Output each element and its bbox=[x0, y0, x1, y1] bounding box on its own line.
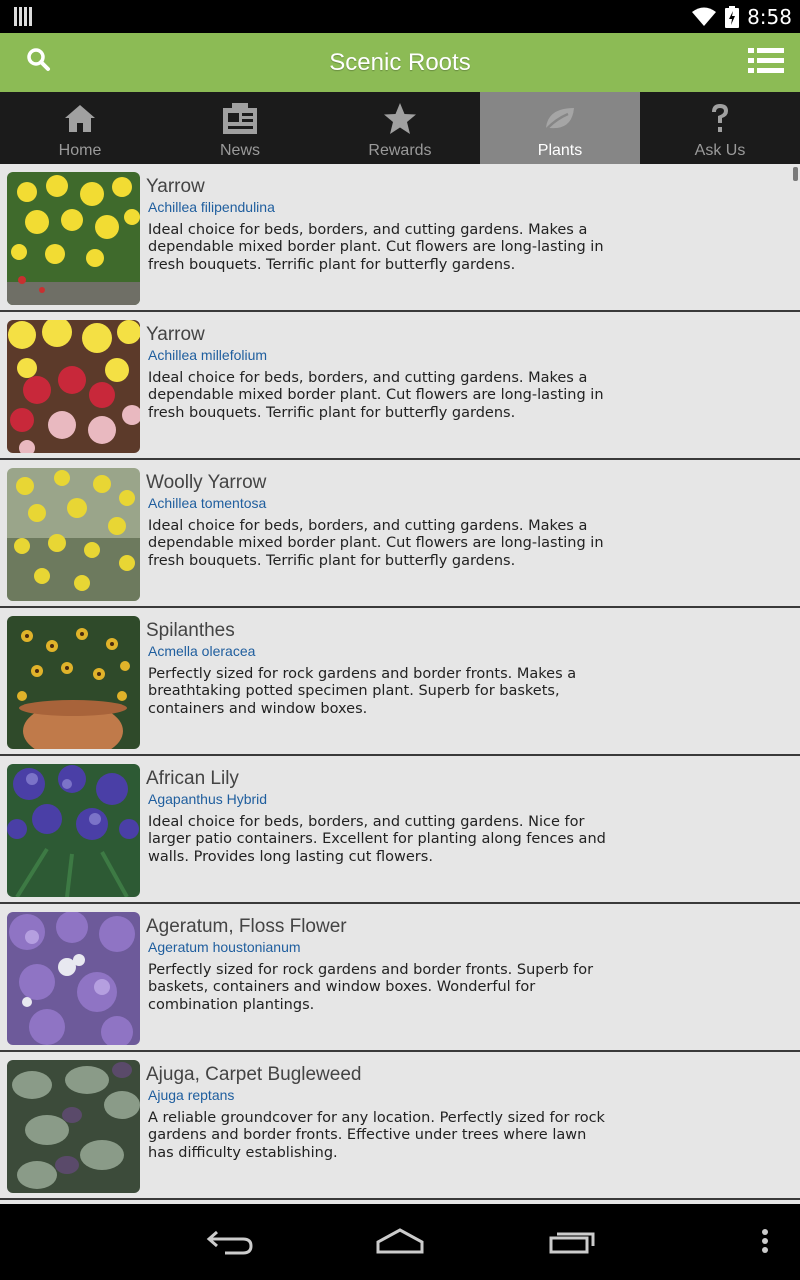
status-bar: 8:58 bbox=[0, 0, 800, 33]
plant-latin-name: Ageratum houstonianum bbox=[148, 939, 301, 955]
list-item[interactable]: Woolly Yarrow Achillea tomentosa Ideal c… bbox=[0, 460, 800, 608]
back-icon[interactable] bbox=[205, 1226, 255, 1256]
app-title: Scenic Roots bbox=[329, 49, 471, 76]
list-item[interactable]: Yarrow Achillea millefolium Ideal choice… bbox=[0, 312, 800, 460]
leaf-icon bbox=[543, 108, 574, 133]
battery-icon bbox=[725, 6, 740, 28]
news-icon bbox=[223, 103, 257, 134]
list-item[interactable]: Spilanthes Acmella oleracea Perfectly si… bbox=[0, 608, 800, 756]
list-item[interactable]: African Lily Agapanthus Hybrid Ideal cho… bbox=[0, 756, 800, 904]
plant-description: Ideal choice for beds, borders, and cutt… bbox=[148, 518, 604, 569]
tab-label: Home bbox=[58, 142, 102, 159]
plant-description: Ideal choice for beds, borders, and cutt… bbox=[148, 814, 606, 865]
plant-name: African Lily bbox=[146, 768, 239, 789]
tab-label: Plants bbox=[537, 142, 583, 159]
overflow-icon[interactable] bbox=[760, 1226, 770, 1256]
tab-label: News bbox=[219, 142, 260, 159]
home-nav-icon[interactable] bbox=[374, 1226, 426, 1256]
scrollbar-thumb[interactable] bbox=[793, 167, 798, 181]
tab-news[interactable]: News bbox=[160, 92, 320, 164]
plant-description: Perfectly sized for rock gardens and bor… bbox=[148, 962, 594, 1013]
plant-photo bbox=[7, 468, 140, 601]
plant-photo bbox=[7, 616, 140, 749]
plant-name: Yarrow bbox=[146, 324, 205, 345]
plant-photo bbox=[7, 764, 140, 897]
tab-rewards[interactable]: Rewards bbox=[320, 92, 480, 164]
plant-name: Yarrow bbox=[146, 176, 205, 197]
plant-latin-name: Agapanthus Hybrid bbox=[148, 791, 268, 807]
plant-description: Ideal choice for beds, borders, and cutt… bbox=[148, 370, 604, 421]
list-item[interactable]: Ajuga, Carpet Bugleweed Ajuga reptans A … bbox=[0, 1052, 800, 1200]
question-icon bbox=[712, 104, 728, 132]
system-nav-bar bbox=[0, 1204, 800, 1280]
plant-description: Ideal choice for beds, borders, and cutt… bbox=[148, 222, 604, 273]
plant-latin-name: Achillea filipendulina bbox=[148, 199, 275, 215]
plant-name: Woolly Yarrow bbox=[146, 472, 267, 493]
home-icon bbox=[65, 105, 95, 132]
notification-icon bbox=[14, 7, 34, 26]
tab-home[interactable]: Home bbox=[0, 92, 160, 164]
list-item[interactable]: Ageratum, Floss Flower Ageratum houstoni… bbox=[0, 904, 800, 1052]
plant-name: Ajuga, Carpet Bugleweed bbox=[146, 1064, 362, 1085]
clock: 8:58 bbox=[747, 5, 792, 29]
plant-photo bbox=[7, 912, 140, 1045]
list-item[interactable]: Yarrow Achillea filipendulina Ideal choi… bbox=[0, 164, 800, 312]
plant-description: Perfectly sized for rock gardens and bor… bbox=[148, 666, 577, 717]
plant-description: A reliable groundcover for any location.… bbox=[148, 1110, 605, 1161]
plant-latin-name: Ajuga reptans bbox=[148, 1087, 235, 1103]
plant-list[interactable]: Yarrow Achillea filipendulina Ideal choi… bbox=[0, 164, 800, 1204]
plant-latin-name: Achillea millefolium bbox=[148, 347, 268, 363]
plant-latin-name: Achillea tomentosa bbox=[148, 495, 267, 511]
plant-name: Ageratum, Floss Flower bbox=[146, 916, 347, 937]
tab-bar: Home News Rewards Plants Ask Us bbox=[0, 92, 800, 164]
wifi-icon bbox=[692, 7, 717, 26]
plant-photo bbox=[7, 1060, 140, 1193]
status-icons: 8:58 bbox=[691, 4, 792, 30]
plant-photo bbox=[7, 320, 140, 453]
tab-plants[interactable]: Plants bbox=[480, 92, 640, 164]
tab-label: Ask Us bbox=[694, 142, 746, 159]
plant-photo bbox=[7, 172, 140, 305]
plant-latin-name: Acmella oleracea bbox=[148, 643, 256, 659]
list-menu-icon[interactable] bbox=[748, 47, 784, 75]
recents-icon[interactable] bbox=[547, 1226, 597, 1256]
star-icon bbox=[384, 103, 416, 134]
tab-ask-us[interactable]: Ask Us bbox=[640, 92, 800, 164]
plant-name: Spilanthes bbox=[146, 620, 235, 641]
tab-label: Rewards bbox=[368, 142, 432, 159]
app-bar: Scenic Roots bbox=[0, 33, 800, 92]
